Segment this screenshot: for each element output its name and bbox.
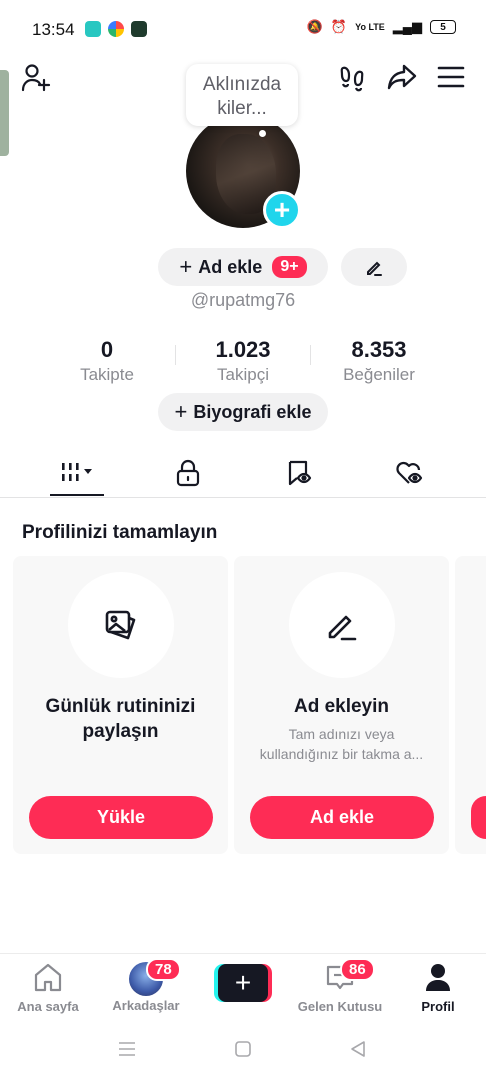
- add-photo-plus-icon[interactable]: +: [263, 191, 301, 229]
- username: @rupatmg76: [190, 290, 296, 310]
- lock-icon: [176, 459, 200, 487]
- tab-videos[interactable]: [48, 448, 108, 498]
- card-title: Günlük rutininizi paylaşın: [45, 696, 196, 742]
- nav-inbox-label: Gelen Kutusu: [297, 999, 383, 1014]
- card-icon-circle: [68, 572, 174, 678]
- add-name-label: Ad ekle: [198, 256, 263, 277]
- friends-badge: 78: [146, 958, 181, 981]
- add-friend-icon[interactable]: [20, 62, 52, 94]
- stat-divider: [175, 345, 176, 365]
- pen-icon: [328, 615, 357, 641]
- profile-icon: [426, 964, 450, 991]
- stat-value: 8.353: [351, 337, 407, 362]
- home-system-icon[interactable]: [232, 1038, 254, 1060]
- nav-friends[interactable]: 78 Arkadaşlar: [98, 958, 194, 1013]
- add-name-card-button[interactable]: Ad ekle: [250, 796, 434, 839]
- stat-followers[interactable]: 1.023 Takipçi: [183, 337, 303, 385]
- partial-card-button[interactable]: [471, 796, 486, 839]
- menu-icon[interactable]: [436, 62, 466, 92]
- system-nav-bar: [0, 1020, 486, 1080]
- create-button[interactable]: +: [214, 964, 272, 1002]
- edit-profile-button[interactable]: [341, 248, 407, 286]
- nav-home-label: Ana sayfa: [17, 999, 79, 1014]
- footprints-icon[interactable]: [336, 62, 368, 94]
- battery-icon: 5: [430, 20, 456, 34]
- upload-button[interactable]: Yükle: [29, 796, 213, 839]
- app-notification-icon: [108, 21, 124, 37]
- note-bubble-line1: Aklınızda: [202, 74, 282, 95]
- share-icon[interactable]: [385, 60, 419, 94]
- stat-label: Takipte: [80, 365, 134, 384]
- signal-text: Yo LTE: [355, 22, 385, 32]
- alarm-icon: ⏰: [330, 19, 348, 34]
- status-right: 🔕 ⏰ Yo LTE ▂▄▆ 5: [307, 19, 456, 35]
- add-name-button[interactable]: + Ad ekle 9+: [158, 248, 328, 286]
- stat-following[interactable]: 0 Takipte: [47, 337, 167, 385]
- plus-icon: +: [174, 399, 188, 424]
- recents-icon[interactable]: [116, 1038, 138, 1060]
- tab-private[interactable]: [158, 448, 218, 498]
- status-bar: 13:54 🔕 ⏰ Yo LTE ▂▄▆ 5: [0, 0, 486, 60]
- stat-divider: [310, 345, 311, 365]
- notification-badge: 9+: [272, 256, 307, 278]
- complete-profile-card-partial[interactable]: [455, 556, 486, 854]
- signal-icon: ▂▄▆: [392, 19, 422, 34]
- add-bio-button[interactable]: + Biyografi ekle: [158, 393, 328, 431]
- plus-icon: +: [218, 964, 268, 1002]
- inbox-badge: 86: [340, 958, 375, 981]
- nav-friends-label: Arkadaşlar: [112, 998, 180, 1013]
- tab-divider: [0, 497, 486, 498]
- nav-home[interactable]: Ana sayfa: [0, 962, 96, 1014]
- note-bubble[interactable]: Aklınızda kiler...: [186, 64, 298, 126]
- plus-icon: +: [179, 254, 193, 279]
- nav-profile[interactable]: Profil: [390, 962, 486, 1014]
- complete-profile-card[interactable]: Ad ekleyin Tam adınızı veya kullandığını…: [234, 556, 449, 854]
- edge-panel-handle[interactable]: [0, 70, 9, 156]
- stat-label: Beğeniler: [343, 365, 415, 384]
- card-subtitle: Tam adınızı veya kullandığınız bir takma…: [259, 726, 424, 762]
- videos-grid-icon: [62, 463, 92, 481]
- stat-label: Takipçi: [217, 365, 269, 384]
- nav-inbox[interactable]: 86 Gelen Kutusu: [292, 958, 388, 1014]
- tab-liked[interactable]: [380, 448, 440, 498]
- note-bubble-line2: kiler...: [217, 98, 267, 119]
- app-notification-icon: [131, 21, 147, 37]
- stat-likes[interactable]: 8.353 Beğeniler: [319, 337, 439, 385]
- app-notification-icon: [85, 21, 101, 37]
- add-bio-label: Biyografi ekle: [193, 401, 312, 422]
- photos-icon: [105, 610, 136, 640]
- home-icon: [34, 963, 62, 992]
- nav-profile-label: Profil: [421, 999, 455, 1014]
- stat-value: 0: [100, 337, 114, 362]
- complete-profile-card[interactable]: Günlük rutininizi paylaşın Yükle: [13, 556, 228, 854]
- bubble-dot: [259, 130, 266, 137]
- section-title: Profilinizi tamamlayın: [22, 522, 218, 543]
- pencil-icon: [367, 261, 382, 276]
- stat-value: 1.023: [215, 337, 271, 362]
- status-time: 13:54: [32, 20, 75, 39]
- tab-favorites[interactable]: [268, 448, 328, 498]
- back-icon[interactable]: [347, 1038, 369, 1060]
- card-icon-circle: [289, 572, 395, 678]
- bookmark-hidden-icon: [288, 460, 312, 486]
- card-title: Ad ekleyin: [293, 696, 390, 717]
- bottom-nav: Ana sayfa 78 Arkadaşlar + 86 Gelen Kutus…: [0, 953, 486, 1017]
- mute-icon: 🔕: [306, 19, 323, 34]
- heart-hidden-icon: [396, 461, 423, 484]
- active-tab-indicator: [50, 494, 104, 496]
